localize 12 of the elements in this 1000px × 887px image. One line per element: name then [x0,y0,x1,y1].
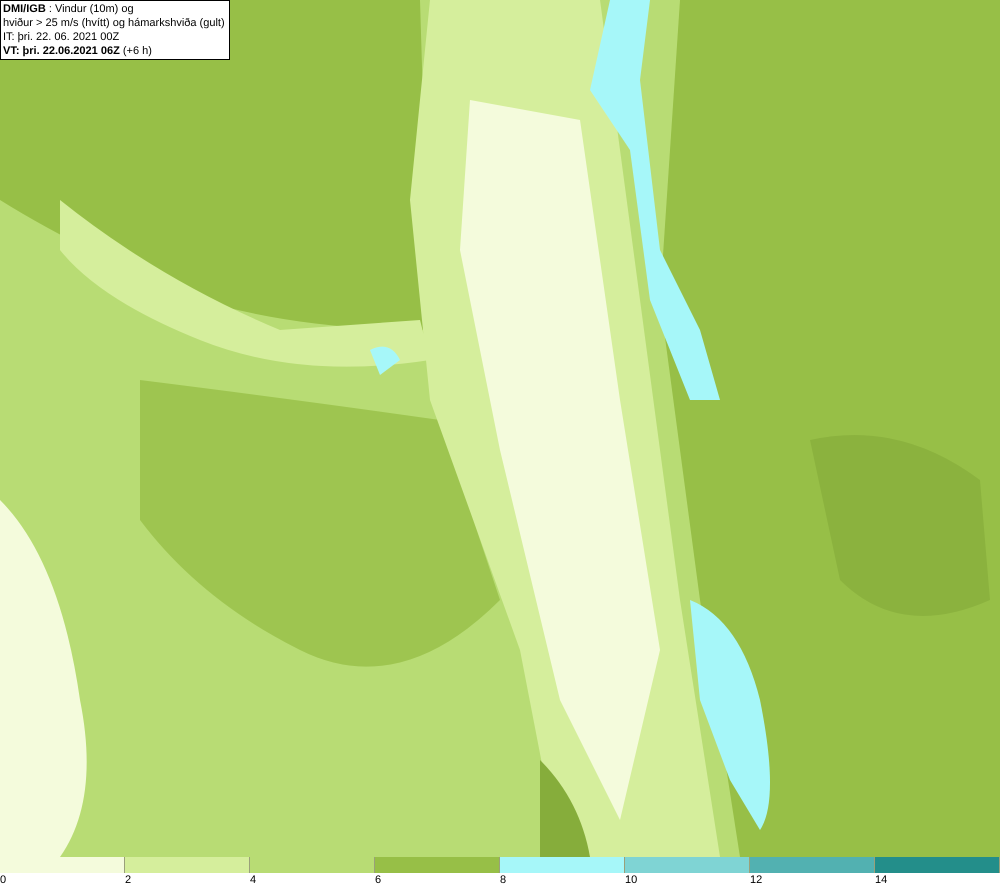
legend-tick-label: 2 [125,874,132,886]
legend-tick-label: 14 [875,874,888,886]
title-text: VT: þri. 22.06.2021 06Z (+6 h) [3,44,153,58]
legend-tick-label: 8 [500,874,506,886]
legend-tick-label: 4 [250,874,256,886]
title-text: DMI/IGB : Vindur (10m) og [3,2,135,16]
legend-tick-label: 0 [0,874,6,886]
title-text: IT: þri. 22. 06. 2021 00Z [3,30,120,44]
title-text: hviður > 25 m/s (hvítt) og hámarkshviða (gult) [3,16,226,30]
legend-tick-label: 6 [375,874,382,886]
legend-tick-label: 10 [625,874,638,886]
legend-tick-label: 12 [750,874,762,886]
